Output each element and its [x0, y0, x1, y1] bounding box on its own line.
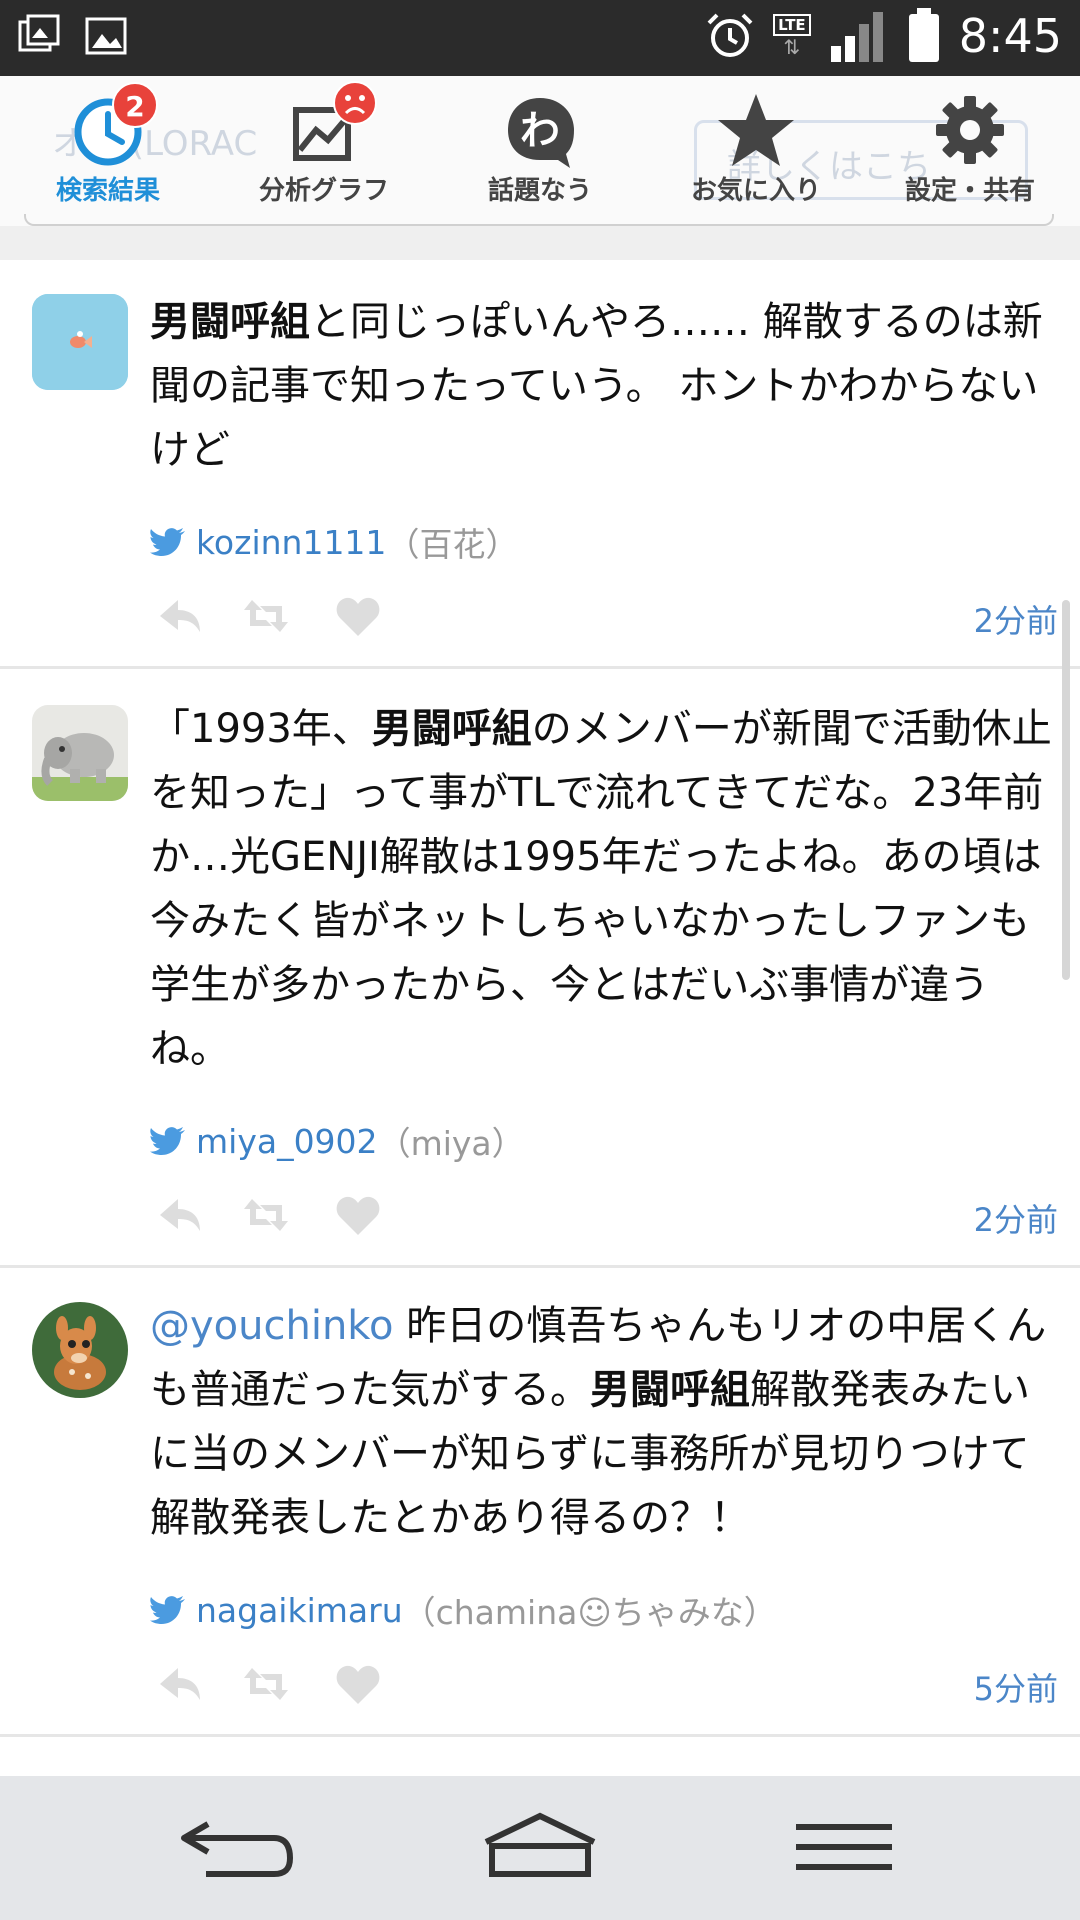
back-icon[interactable] — [178, 1812, 298, 1884]
tweet-text: 男闘呼組と同じっぽいんやろ…… 解散するのは新聞の記事で知ったっていう。 ホント… — [150, 299, 1043, 473]
goldfish-avatar[interactable] — [32, 294, 128, 390]
like-heart-icon[interactable] — [334, 1193, 382, 1237]
tweet-time: 2分前 — [973, 602, 1058, 640]
tweet-time: 2分前 — [973, 1201, 1058, 1239]
tweet-actions: 2分前 — [150, 576, 1058, 666]
retweet-icon[interactable] — [242, 1193, 290, 1237]
twitter-bird-icon — [150, 1127, 185, 1155]
status-bar: LTE ⇅ 8:45 — [0, 0, 1080, 76]
tab-trending-now[interactable]: わ 話題なう — [450, 90, 630, 210]
tab-label: 検索結果 — [55, 176, 160, 206]
reply-icon[interactable] — [156, 1193, 204, 1237]
user-line[interactable]: kozinn1111 （百花） — [150, 518, 1058, 566]
tweet-card[interactable]: 男闘呼組と同じっぽいんやろ…… 解散するのは新聞の記事で知ったっていう。 ホント… — [0, 260, 1080, 669]
user-display-name: （百花） — [386, 525, 519, 564]
clock-time: 8:45 — [958, 9, 1062, 63]
user-handle[interactable]: kozinn1111 — [196, 523, 386, 562]
retweet-icon[interactable] — [242, 594, 290, 638]
user-handle[interactable]: miya_0902 — [196, 1122, 378, 1161]
retweet-icon[interactable] — [242, 1662, 290, 1706]
gear-icon — [936, 96, 1004, 164]
star-icon — [718, 94, 794, 166]
alarm-icon — [707, 13, 753, 57]
svg-text:わ: わ — [520, 108, 560, 154]
lte-indicator: LTE ⇅ — [773, 14, 811, 58]
fawn-icon — [32, 1302, 128, 1398]
background-ghost-card — [24, 214, 1054, 226]
tweet-card[interactable]: @youchinko 昨日の慎吾ちゃんもリオの中居くんも普通だった気がする。男闘… — [0, 1268, 1080, 1737]
section-divider — [0, 226, 1080, 260]
notification-badge: 2 — [112, 82, 158, 128]
scrollbar[interactable] — [1062, 600, 1070, 980]
user-display-name: （miya） — [377, 1124, 525, 1163]
tweet-feed: 男闘呼組と同じっぽいんやろ…… 解散するのは新聞の記事で知ったっていう。 ホント… — [0, 260, 1080, 1737]
user-display-name: （chamina☺ちゃみな） — [402, 1593, 777, 1632]
mention-link[interactable]: @youchinko — [150, 1303, 394, 1349]
tab-search-results[interactable]: 2 検索結果 — [18, 82, 198, 210]
image-icon — [85, 17, 127, 55]
goldfish-icon — [32, 294, 128, 390]
tweet-actions: 5分前 — [150, 1644, 1058, 1734]
tab-favorites[interactable]: お気に入り — [666, 90, 846, 210]
tweet-time: 5分前 — [973, 1670, 1058, 1708]
gallery-share-icon — [18, 14, 60, 52]
twitter-bird-icon — [150, 1596, 185, 1624]
sad-face-badge-icon — [333, 81, 377, 125]
user-line[interactable]: miya_0902 （miya） — [150, 1117, 1058, 1165]
twitter-bird-icon — [150, 528, 185, 556]
user-line[interactable]: nagaikimaru （chamina☺ちゃみな） — [150, 1586, 1058, 1634]
tweet-actions: 2分前 — [150, 1175, 1058, 1265]
tweet-card[interactable]: 「1993年、男闘呼組のメンバーが新聞で活動休止を知った」って事がTLで流れてき… — [0, 669, 1080, 1268]
tab-label: お気に入り — [690, 176, 821, 206]
reply-icon[interactable] — [156, 594, 204, 638]
reply-icon[interactable] — [156, 1662, 204, 1706]
tab-label: 話題なう — [487, 176, 592, 206]
tab-analysis-graph[interactable]: 分析グラフ — [234, 81, 414, 210]
elephant-plush-icon — [32, 705, 128, 801]
navigation-bar — [0, 1776, 1080, 1920]
tweet-text: 「1993年、男闘呼組のメンバーが新聞で活動休止を知った」って事がTLで流れてき… — [150, 706, 1052, 1072]
tweet-text: @youchinko 昨日の慎吾ちゃんもリオの中居くんも普通だった気がする。男闘… — [150, 1303, 1047, 1541]
tab-label: 分析グラフ — [258, 176, 389, 206]
tab-settings-share[interactable]: 設定・共有 — [880, 90, 1060, 210]
signal-icon — [830, 12, 883, 62]
tab-label: 設定・共有 — [904, 176, 1035, 206]
user-handle[interactable]: nagaikimaru — [196, 1591, 403, 1630]
like-heart-icon[interactable] — [334, 594, 382, 638]
battery-icon — [908, 8, 939, 62]
home-icon[interactable] — [480, 1812, 600, 1884]
like-heart-icon[interactable] — [334, 1662, 382, 1706]
menu-icon[interactable] — [784, 1812, 904, 1884]
fawn-avatar[interactable] — [32, 1302, 128, 1398]
wa-bubble-icon: わ — [508, 98, 574, 168]
elephant-avatar[interactable] — [32, 705, 128, 801]
tab-bar: オ ル(LORAC 詳しくはこち 2 検索結果 分析グラフ わ 話題なう お気に… — [0, 76, 1080, 226]
